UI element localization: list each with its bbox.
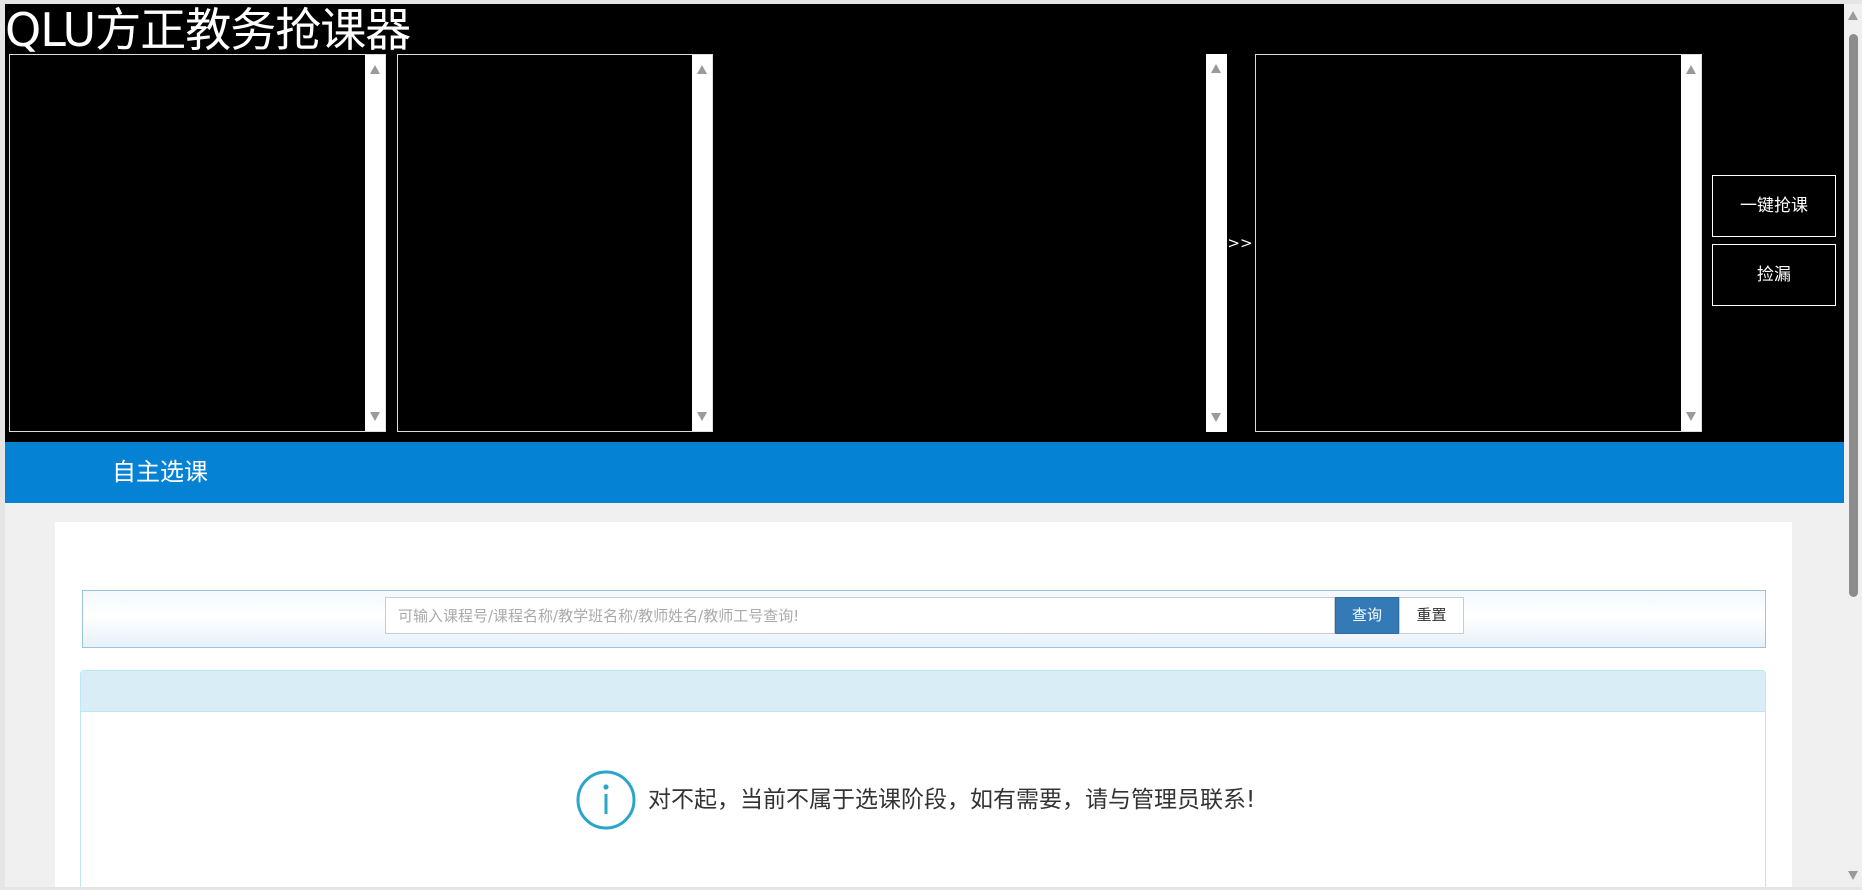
app-title: QLU方正教务抢课器	[5, 4, 411, 57]
app-window: QLU方正教务抢课器 >> 一键抢课 捡漏 自主选课 可输入课程号/课程名称/教…	[5, 4, 1844, 887]
scroll-up-arrow-icon[interactable]	[370, 65, 380, 74]
pick-missing-button[interactable]: 捡漏	[1712, 244, 1836, 306]
search-input[interactable]	[385, 597, 1335, 634]
scroll-down-arrow-icon[interactable]	[1686, 412, 1696, 421]
scroll-up-arrow-icon[interactable]	[697, 65, 707, 74]
course-list[interactable]	[397, 54, 713, 432]
listbox-scrollbar[interactable]	[692, 55, 712, 431]
scroll-up-arrow-icon[interactable]	[1848, 11, 1858, 20]
page-scrollbar[interactable]	[1844, 4, 1862, 887]
scroll-down-arrow-icon[interactable]	[370, 412, 380, 421]
listbox-scrollbar[interactable]	[365, 55, 385, 431]
query-button[interactable]: 查询	[1335, 597, 1399, 634]
section-header-band: 自主选课	[5, 442, 1844, 503]
scroll-down-arrow-icon[interactable]	[1211, 413, 1221, 422]
selected-course-list[interactable]	[1255, 54, 1702, 432]
scroll-down-arrow-icon[interactable]	[1848, 871, 1858, 880]
scroll-up-arrow-icon[interactable]	[1686, 65, 1696, 74]
result-panel-header	[81, 671, 1765, 712]
grabber-tool-panel: QLU方正教务抢课器 >> 一键抢课 捡漏	[5, 4, 1844, 442]
scroll-up-arrow-icon[interactable]	[1211, 64, 1221, 73]
add-to-target-button[interactable]: >>	[1227, 230, 1253, 256]
notice-message: 对不起，当前不属于选课阶段，如有需要，请与管理员联系!	[648, 787, 1256, 813]
scrollbar-thumb[interactable]	[1849, 34, 1858, 597]
grab-all-button[interactable]: 一键抢课	[1712, 175, 1836, 237]
section-title: 自主选课	[112, 458, 208, 486]
search-bar: 查询 重置	[82, 590, 1766, 648]
listbox-scrollbar[interactable]	[1681, 55, 1701, 431]
class-list-scrollbar[interactable]	[1206, 54, 1227, 432]
scroll-down-arrow-icon[interactable]	[697, 412, 707, 421]
course-selection-content: 查询 重置 对不起，当前不属于选课阶段，如有需要，请与管理员联系!	[55, 522, 1792, 887]
result-panel: 对不起，当前不属于选课阶段，如有需要，请与管理员联系!	[80, 670, 1766, 887]
course-category-list[interactable]	[9, 54, 386, 432]
info-icon	[576, 770, 636, 830]
reset-button[interactable]: 重置	[1399, 597, 1464, 634]
